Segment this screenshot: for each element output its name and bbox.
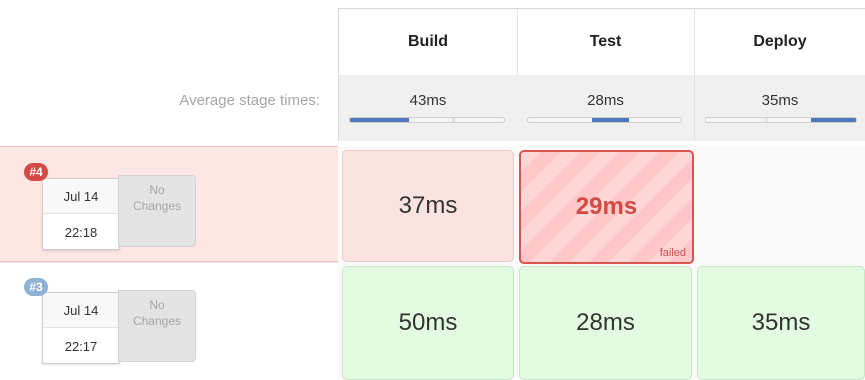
changes-card[interactable]: No Changes	[118, 290, 196, 362]
stage-cell-build[interactable]: 50ms	[342, 266, 514, 380]
build-number-badge[interactable]: #4	[24, 163, 48, 181]
build-date: Jul 14	[43, 179, 119, 214]
stage-cell-build[interactable]: 37ms	[342, 150, 514, 262]
stage-header-deploy: Deploy	[695, 8, 865, 75]
avg-cell-test: 28ms	[517, 75, 695, 141]
avg-time-deploy: 35ms	[761, 92, 799, 109]
avg-time-build: 43ms	[409, 92, 447, 109]
avg-progress-fill	[350, 118, 409, 122]
stage-label: Build	[408, 33, 448, 50]
avg-progress-build	[349, 117, 505, 123]
avg-progress-test	[527, 117, 682, 123]
avg-cell-deploy: 35ms	[695, 75, 865, 141]
failed-status-label: failed	[659, 247, 686, 259]
stage-duration: 29ms	[575, 193, 638, 220]
bar-tick	[766, 118, 767, 122]
stage-duration: 28ms	[576, 309, 635, 336]
stage-header-build: Build	[338, 8, 518, 75]
stage-duration: 35ms	[751, 309, 811, 336]
bar-tick	[453, 118, 455, 122]
avg-progress-deploy	[705, 117, 857, 123]
stage-duration: 50ms	[398, 309, 458, 336]
stage-cell-deploy[interactable]: 35ms	[697, 266, 865, 380]
average-stage-times-label: Average stage times:	[179, 92, 320, 109]
build-date-card[interactable]: Jul 14 22:18	[42, 178, 120, 250]
stage-label: Test	[589, 33, 622, 50]
stage-cell-test[interactable]: 28ms	[519, 266, 692, 380]
stage-header-test: Test	[517, 8, 695, 75]
build-date-card[interactable]: Jul 14 22:17	[42, 292, 120, 364]
build-date: Jul 14	[43, 293, 119, 328]
avg-progress-fill	[592, 118, 629, 122]
build-time: 22:18	[64, 224, 98, 240]
changes-line2: Changes	[132, 314, 182, 328]
changes-line2: Changes	[132, 199, 182, 213]
stage-cell-test-failed[interactable]: 29ms failed	[519, 150, 694, 264]
avg-cell-build: 43ms	[338, 75, 518, 141]
avg-time-test: 28ms	[587, 92, 624, 109]
avg-progress-fill	[811, 118, 856, 122]
changes-line1: No	[149, 183, 165, 197]
build-number-badge[interactable]: #3	[24, 278, 48, 296]
stage-label: Deploy	[753, 33, 807, 50]
changes-card[interactable]: No Changes	[118, 175, 196, 247]
build-time: 22:17	[64, 338, 98, 354]
stage-duration: 37ms	[398, 192, 458, 219]
stage-cell-deploy-empty	[697, 150, 863, 260]
changes-line1: No	[149, 298, 165, 312]
